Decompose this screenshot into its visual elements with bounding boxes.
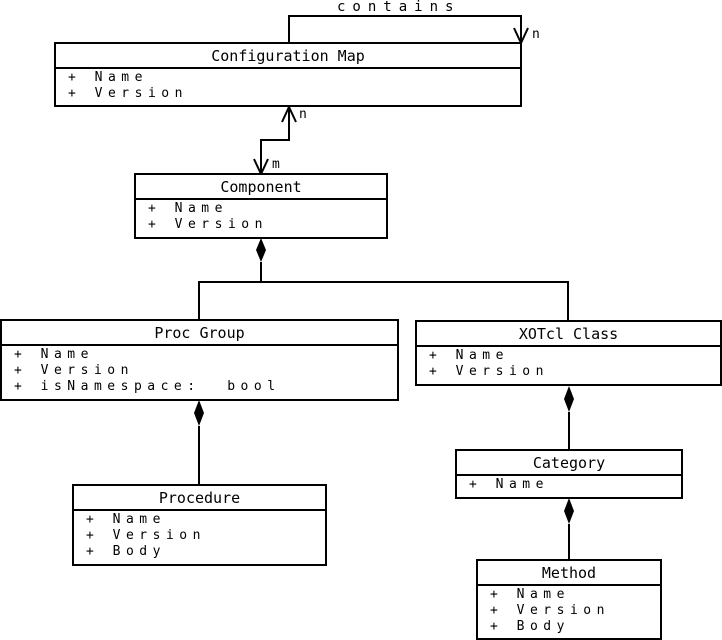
contains-multiplicity-n: n xyxy=(532,27,540,42)
attribute: + Version xyxy=(14,363,134,378)
attribute: + isNamespace: bool xyxy=(14,379,281,394)
association-multiplicity-n: n xyxy=(299,107,307,122)
class-procedure[interactable]: Procedure + Name + Version + Body xyxy=(72,484,327,566)
class-xotcl-class[interactable]: XOTcl Class + Name + Version xyxy=(415,320,722,386)
class-name: Procedure xyxy=(74,486,325,511)
xotcl-composition-diamond-icon xyxy=(564,386,574,412)
attribute: + Name xyxy=(490,587,570,602)
attribute: + Body xyxy=(86,544,166,559)
attribute: + Version xyxy=(148,217,268,232)
class-name: XOTcl Class xyxy=(417,322,720,347)
class-component[interactable]: Component + Name + Version xyxy=(134,173,388,239)
class-proc-group[interactable]: Proc Group + Name + Version + isNamespac… xyxy=(0,319,399,401)
attribute: + Version xyxy=(86,528,206,543)
contains-label: contains xyxy=(337,0,461,15)
class-name: Category xyxy=(457,451,681,476)
attribute: + Version xyxy=(429,364,549,379)
class-name: Configuration Map xyxy=(56,44,520,69)
contains-association-line xyxy=(288,15,522,43)
component-children-bus-line xyxy=(198,281,569,320)
class-category[interactable]: Category + Name xyxy=(455,449,683,499)
class-name: Component xyxy=(136,175,386,200)
class-configuration-map[interactable]: Configuration Map + Name + Version xyxy=(54,42,522,107)
category-composition-diamond-icon xyxy=(564,498,574,524)
attribute: + Name xyxy=(469,477,549,492)
association-multiplicity-m: m xyxy=(272,157,280,172)
attribute: + Name xyxy=(68,70,148,85)
class-method[interactable]: Method + Name + Version + Body xyxy=(476,559,662,640)
class-name: Proc Group xyxy=(2,321,397,346)
attribute: + Body xyxy=(490,619,570,634)
class-name: Method xyxy=(478,561,660,586)
attribute: + Version xyxy=(68,86,188,101)
attribute: + Name xyxy=(86,512,166,527)
attribute: + Name xyxy=(148,201,228,216)
component-composition-diamond-icon xyxy=(256,238,266,262)
attribute: + Name xyxy=(429,348,509,363)
procgroup-composition-diamond-icon xyxy=(194,400,204,426)
attribute: + Name xyxy=(14,347,94,362)
attribute: + Version xyxy=(490,603,610,618)
